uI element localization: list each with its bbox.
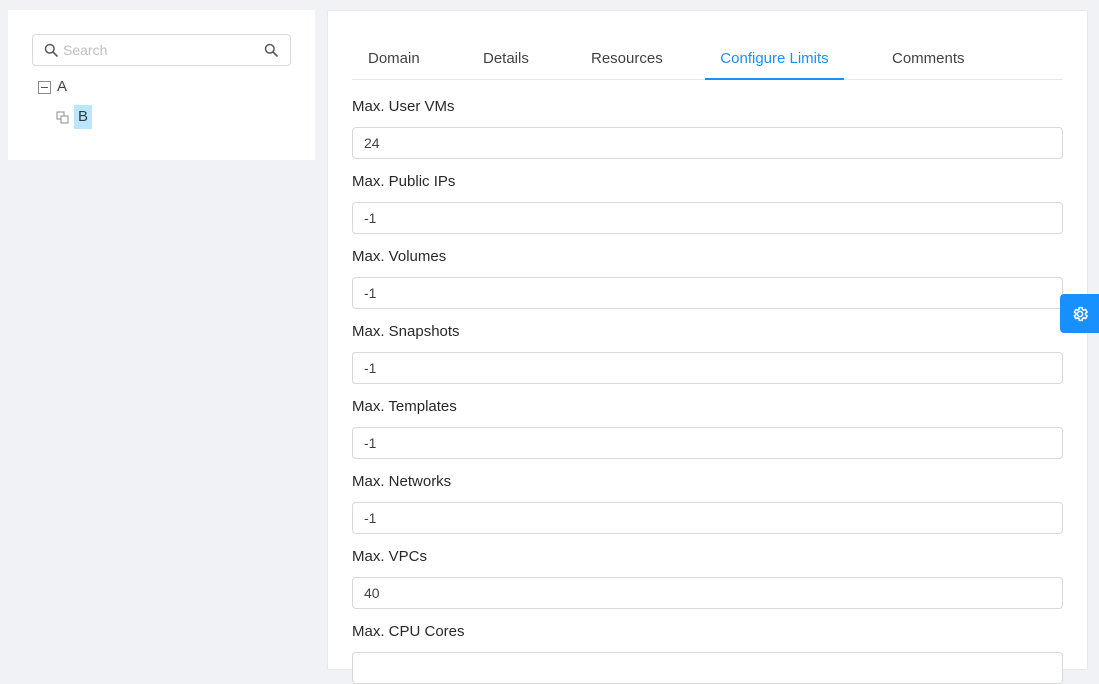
field-label: Max. Networks bbox=[352, 473, 452, 490]
tree-node-a[interactable]: A bbox=[38, 76, 67, 98]
search-icon bbox=[44, 43, 58, 57]
tab-domain[interactable]: Domain bbox=[368, 43, 420, 80]
search-box[interactable] bbox=[32, 34, 291, 66]
tree-node-label[interactable]: B bbox=[74, 105, 93, 129]
field-label: Max. VPCs bbox=[352, 548, 428, 565]
settings-button[interactable] bbox=[1060, 294, 1099, 333]
field-label: Max. User VMs bbox=[352, 98, 455, 115]
public-ips-input[interactable] bbox=[352, 202, 1063, 234]
domain-tree-panel: A B bbox=[8, 10, 315, 160]
tree-node-b[interactable]: B bbox=[56, 105, 93, 129]
field-label: Max. Volumes bbox=[352, 248, 447, 265]
limit-field-networks: Max. Networks bbox=[352, 471, 1063, 534]
networks-input[interactable] bbox=[352, 502, 1063, 534]
field-label: Max. CPU Cores bbox=[352, 623, 465, 640]
cpu-cores-input[interactable] bbox=[352, 652, 1063, 684]
minus-square-icon[interactable] bbox=[38, 80, 51, 94]
limit-field-templates: Max. Templates bbox=[352, 396, 1063, 459]
tab-bar: Domain Details Resources Configure Limit… bbox=[352, 43, 1063, 80]
search-button-icon[interactable] bbox=[264, 43, 278, 57]
copy-icon bbox=[56, 111, 69, 123]
limit-field-public-ips: Max. Public IPs bbox=[352, 171, 1063, 234]
tab-configure-limits[interactable]: Configure Limits bbox=[705, 43, 844, 80]
tab-comments[interactable]: Comments bbox=[892, 43, 965, 80]
vpcs-input[interactable] bbox=[352, 577, 1063, 609]
limit-field-cpu-cores: Max. CPU Cores bbox=[352, 621, 1063, 684]
active-tab-indicator bbox=[705, 78, 844, 80]
field-label: Max. Snapshots bbox=[352, 323, 460, 340]
field-label: Max. Templates bbox=[352, 398, 457, 415]
limit-field-vpcs: Max. VPCs bbox=[352, 546, 1063, 609]
limit-field-snapshots: Max. Snapshots bbox=[352, 321, 1063, 384]
tree-node-label[interactable]: A bbox=[57, 76, 67, 98]
gear-icon bbox=[1073, 306, 1089, 321]
templates-input[interactable] bbox=[352, 427, 1063, 459]
field-label: Max. Public IPs bbox=[352, 173, 456, 190]
search-input[interactable] bbox=[63, 35, 253, 65]
volumes-input[interactable] bbox=[352, 277, 1063, 309]
tab-details[interactable]: Details bbox=[483, 43, 529, 80]
snapshots-input[interactable] bbox=[352, 352, 1063, 384]
tab-resources[interactable]: Resources bbox=[591, 43, 663, 80]
limit-field-volumes: Max. Volumes bbox=[352, 246, 1063, 309]
domain-details-panel: Domain Details Resources Configure Limit… bbox=[327, 10, 1088, 684]
limit-field-user-vms: Max. User VMs bbox=[352, 96, 1063, 159]
user-vms-input[interactable] bbox=[352, 127, 1063, 159]
